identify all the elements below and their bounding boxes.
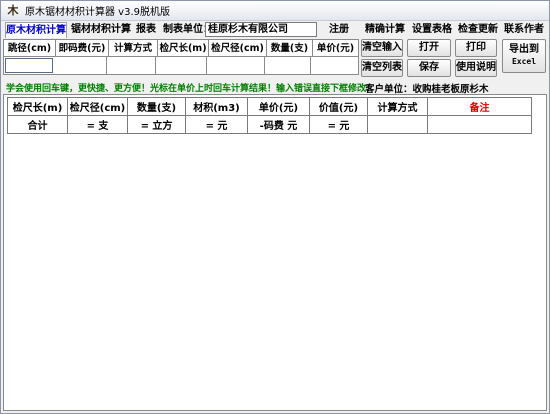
result-header-cell: 检尺径(cm)	[67, 97, 128, 116]
total-cell: = 元	[185, 115, 248, 134]
help-button[interactable]: 使用说明	[455, 59, 497, 77]
stacking-fee-input[interactable]	[54, 57, 107, 74]
result-header-cell: 价值(元)	[309, 97, 368, 116]
tab-lumber-volume[interactable]: 锯材材积计算	[71, 22, 131, 38]
result-grid: 检尺长(m) 检尺径(cm) 数量(支) 材积(m3) 单价(元) 价值(元) …	[3, 94, 547, 411]
app-window: 木 原木锯材材积计算器 v3.9脱机版 原木材积计算 锯材材积计算 报表 制表单…	[0, 0, 550, 414]
export-excel-button[interactable]: 导出到 Excel	[502, 39, 546, 73]
export-label: 导出到	[509, 44, 539, 55]
total-cell: = 元	[309, 115, 368, 134]
input-header-row: 跳径(cm) 即码费(元) 计算方式 检尺长(m) 检尺径(cm) 数量(支) …	[4, 40, 358, 57]
clear-input-button[interactable]: 清空输入	[361, 39, 403, 57]
result-header-cell: 材积(m3)	[185, 97, 248, 116]
input-table: 跳径(cm) 即码费(元) 计算方式 检尺长(m) 检尺径(cm) 数量(支) …	[3, 39, 359, 75]
total-cell: -码费 元	[247, 115, 310, 134]
tab-log-volume[interactable]: 原木材积计算	[5, 22, 67, 38]
input-header-cell: 数量(支)	[267, 40, 313, 57]
result-header-row: 检尺长(m) 检尺径(cm) 数量(支) 材积(m3) 单价(元) 价值(元) …	[7, 97, 532, 116]
input-header-cell: 检尺长(m)	[158, 40, 209, 57]
menu-row: 原木材积计算 锯材材积计算 报表 制表单位： 桂原杉木有限公司 注册 精确计算 …	[1, 21, 549, 39]
total-cell	[367, 115, 428, 134]
input-row	[4, 57, 358, 74]
total-cell: 合计	[7, 115, 68, 134]
unit-price-input[interactable]	[311, 57, 356, 74]
tip-text: 学会使用回车键，更快捷、更方便！光标在单价上时回车计算结果！输入错误直接下框修改…	[6, 84, 376, 94]
input-header-cell: 跳径(cm)	[4, 40, 56, 57]
precise-calc-menu[interactable]: 精确计算	[365, 23, 405, 37]
result-header-cell: 计算方式	[367, 97, 428, 116]
input-header-cell: 计算方式	[109, 40, 158, 57]
save-button[interactable]: 保存	[407, 59, 451, 77]
total-cell: = 立方	[127, 115, 186, 134]
title-bar: 木 原木锯材材积计算器 v3.9脱机版	[1, 1, 549, 21]
result-header-cell: 备注	[427, 97, 532, 116]
result-header-cell: 检尺长(m)	[7, 97, 68, 116]
input-header-cell: 单价(元)	[313, 40, 358, 57]
diameter-input[interactable]	[207, 57, 265, 74]
result-header-cell: 数量(支)	[127, 97, 186, 116]
result-header-cell: 单价(元)	[247, 97, 310, 116]
tab-report[interactable]: 报表	[133, 22, 159, 38]
quantity-input[interactable]	[265, 57, 311, 74]
total-cell: = 支	[67, 115, 128, 134]
print-button[interactable]: 打印	[455, 39, 497, 57]
jump-diameter-input[interactable]	[5, 58, 53, 73]
total-cell	[427, 115, 532, 134]
contact-author-menu[interactable]: 联系作者	[504, 23, 544, 37]
open-button[interactable]: 打开	[407, 39, 451, 57]
input-header-cell: 即码费(元)	[56, 40, 109, 57]
check-update-menu[interactable]: 检查更新	[458, 23, 498, 37]
export-excel-label: Excel	[511, 57, 537, 66]
customer-unit: 客户单位：收购桂老板原杉木	[365, 81, 489, 95]
clear-list-button[interactable]: 清空列表	[361, 59, 403, 77]
unit-field[interactable]: 桂原杉木有限公司	[205, 22, 317, 37]
result-table: 检尺长(m) 检尺径(cm) 数量(支) 材积(m3) 单价(元) 价值(元) …	[7, 97, 532, 134]
calc-method-input[interactable]	[107, 57, 156, 74]
register-menu[interactable]: 注册	[329, 23, 349, 37]
window-title: 原木锯材材积计算器 v3.9脱机版	[25, 7, 170, 18]
settings-menu[interactable]: 设置表格	[412, 23, 452, 37]
log-icon: 木	[7, 3, 19, 17]
totals-row: 合计 = 支 = 立方 = 元 -码费 元 = 元	[7, 115, 532, 134]
length-input[interactable]	[156, 57, 207, 74]
input-header-cell: 检尺径(cm)	[209, 40, 267, 57]
